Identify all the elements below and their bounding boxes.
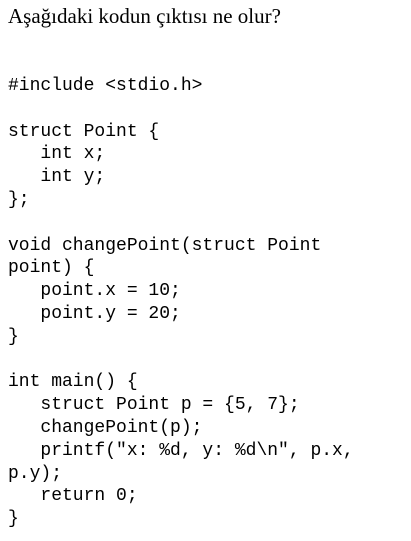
code-line: return 0; [8,486,138,507]
code-line: int x; [8,144,106,165]
code-line: #include <stdio.h> [8,76,203,96]
code-line: int main() { [8,372,138,393]
code-line: }; [8,189,30,210]
code-line: p.y); [8,463,63,484]
code-line: } [8,326,19,347]
code-line: } [8,509,19,530]
question-page: Aşağıdaki kodun çıktısı ne olur? #includ… [0,0,411,541]
code-line: printf("x: %d, y: %d\n", p.x, [8,440,354,461]
code-line: point.x = 10; [8,281,181,302]
code-block: #include <stdio.h> struct Point { int x; … [8,75,408,531]
code-line: struct Point { [8,121,160,142]
question-text: Aşağıdaki kodun çıktısı ne olur? [8,4,281,28]
code-line: point) { [8,258,95,279]
code-line: void changePoint(struct Point [8,235,322,256]
code-line: int y; [8,167,106,188]
code-line: struct Point p = {5, 7}; [8,395,300,416]
code-line: changePoint(p); [8,417,203,438]
code-line: point.y = 20; [8,303,181,324]
